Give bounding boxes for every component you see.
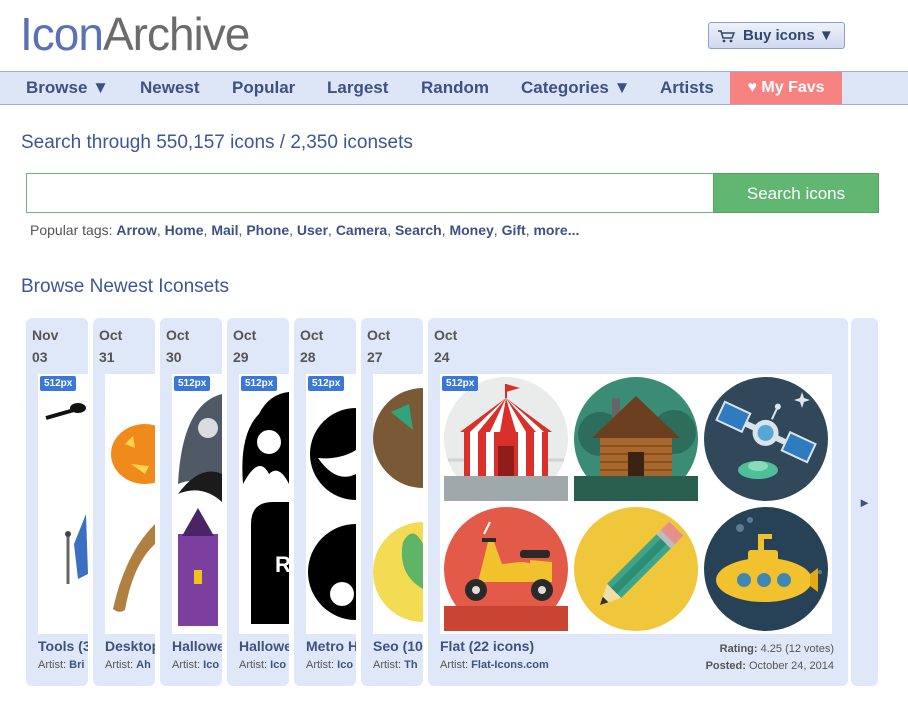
flat-icons-grid <box>444 377 828 631</box>
metro-icon <box>308 408 356 620</box>
search-button[interactable]: Search icons <box>713 173 879 213</box>
card-date: Nov 03 <box>32 327 59 365</box>
nav-my-favs[interactable]: ♥ My Favs <box>730 72 842 104</box>
tag-link[interactable]: User <box>297 222 328 238</box>
pumpkin-icon <box>111 424 155 612</box>
nav-largest[interactable]: Largest <box>327 72 388 104</box>
nav-categories[interactable]: Categories ▼ <box>521 72 630 104</box>
search-input[interactable] <box>26 173 714 213</box>
iconset-rating: Rating: 4.25 (12 votes) <box>719 643 834 655</box>
iconset-name[interactable]: Hallowe <box>172 638 222 654</box>
iconset-artist: Artist: Ico <box>306 659 354 671</box>
iconset-preview[interactable] <box>373 374 423 634</box>
size-badge: 512px <box>174 376 211 391</box>
iconset-artist: Artist: Ah <box>105 659 151 671</box>
logo-part1: Icon <box>20 8 104 60</box>
tag-link[interactable]: Money <box>449 222 493 238</box>
size-badge: 512px <box>442 376 479 391</box>
buy-icons-label: Buy icons ▼ <box>743 27 834 44</box>
iconset-preview[interactable]: 512px <box>38 374 88 634</box>
tag-link[interactable]: Gift <box>502 222 526 238</box>
card-date: Oct 24 <box>434 327 458 365</box>
iconset-artist: Artist: Ico <box>239 659 287 671</box>
nav-popular[interactable]: Popular <box>232 72 295 104</box>
seo-icon <box>373 388 423 622</box>
popular-tags: Popular tags: Arrow, Home, Mail, Phone, … <box>30 222 580 238</box>
iconset-preview[interactable]: 512px <box>306 374 356 634</box>
tool-icon <box>45 403 88 584</box>
iconset-name[interactable]: Desktop <box>105 638 155 654</box>
iconset-card-expanded[interactable]: Oct 24 512px Flat (22 icons) Artist: Fla… <box>428 318 848 686</box>
search-title: Search through 550,157 icons / 2,350 ico… <box>21 132 413 153</box>
card-date: Oct 27 <box>367 327 391 365</box>
iconset-name[interactable]: Tools (3 <box>38 638 88 654</box>
tag-link[interactable]: Home <box>165 222 204 238</box>
iconset-posted-date: Posted: October 24, 2014 <box>705 660 834 672</box>
iconset-name[interactable]: Hallowe <box>239 638 289 654</box>
iconset-preview[interactable]: 512px R <box>239 374 289 634</box>
iconset-preview[interactable]: 512px <box>172 374 222 634</box>
tag-link[interactable]: Arrow <box>116 222 156 238</box>
nav-random[interactable]: Random <box>421 72 489 104</box>
nav-artists[interactable]: Artists <box>660 72 714 104</box>
scooter-icon <box>444 507 568 631</box>
browse-title: Browse Newest Iconsets <box>21 276 230 297</box>
tag-link[interactable]: Phone <box>246 222 289 238</box>
card-date: Oct 31 <box>99 327 123 365</box>
tag-link[interactable]: Search <box>395 222 442 238</box>
iconset-artist: Artist: Th <box>373 659 418 671</box>
card-date: Oct 28 <box>300 327 324 365</box>
silhouette-icon: R <box>242 392 289 624</box>
cart-icon <box>717 29 736 43</box>
size-badge: 512px <box>308 376 345 391</box>
iconset-name[interactable]: Metro H <box>306 638 356 654</box>
iconset-preview[interactable]: 512px <box>440 374 832 634</box>
buy-icons-button[interactable]: Buy icons ▼ <box>708 22 845 49</box>
svg-text:R: R <box>275 552 289 577</box>
iconset-card[interactable]: Oct 31 Desktop Artist: Ah <box>93 318 155 686</box>
iconset-card[interactable]: Nov 03 512px Tools (3 Artist: Bri <box>26 318 88 686</box>
size-badge: 512px <box>40 376 77 391</box>
main-nav: Browse ▼ Newest Popular Largest Random C… <box>0 71 908 105</box>
iconset-card[interactable]: Oct 29 512px R Hallowe Artist: Ico <box>227 318 289 686</box>
iconset-preview[interactable] <box>105 374 155 634</box>
card-date: Oct 30 <box>166 327 190 365</box>
halloween-icon <box>178 394 222 626</box>
log-cabin-icon <box>574 377 698 501</box>
nav-browse[interactable]: Browse ▼ <box>26 72 109 104</box>
size-badge: 512px <box>241 376 278 391</box>
iconset-artist: Artist: Flat-Icons.com <box>440 659 549 671</box>
tag-more-link[interactable]: more... <box>533 222 579 238</box>
satellite-icon <box>704 377 828 501</box>
iconset-name[interactable]: Seo (10 <box>373 638 423 654</box>
pencil-icon <box>574 507 698 631</box>
tag-link[interactable]: Camera <box>336 222 387 238</box>
next-arrow-button[interactable]: ► <box>851 318 878 686</box>
iconset-card[interactable]: Oct 28 512px Metro H Artist: Ico <box>294 318 356 686</box>
iconset-card[interactable]: Oct 27 Seo (10 Artist: Th <box>361 318 423 686</box>
site-header: IconArchive Buy icons ▼ <box>0 0 908 72</box>
iconset-artist: Artist: Bri <box>38 659 85 671</box>
logo-part2: Archive <box>102 8 250 60</box>
card-date: Oct 29 <box>233 327 257 365</box>
circus-tent-icon <box>444 377 568 501</box>
logo[interactable]: IconArchive <box>20 6 250 62</box>
iconset-name[interactable]: Flat (22 icons) <box>440 638 534 654</box>
tags-prefix: Popular tags: <box>30 222 117 238</box>
submarine-icon <box>704 507 828 631</box>
nav-newest[interactable]: Newest <box>140 72 200 104</box>
tag-link[interactable]: Mail <box>211 222 238 238</box>
iconset-card[interactable]: Oct 30 512px Hallowe Artist: Ico <box>160 318 222 686</box>
iconset-artist: Artist: Ico <box>172 659 220 671</box>
